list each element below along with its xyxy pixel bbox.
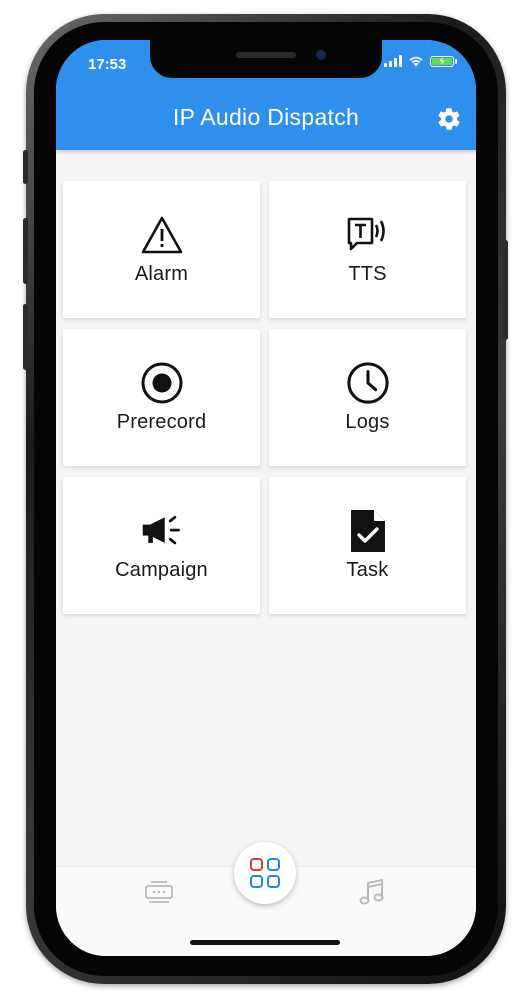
front-camera	[316, 50, 326, 60]
notch	[150, 40, 382, 78]
gear-icon	[438, 108, 460, 130]
phone-screen: 17:53 IP Audio Dispatch Alarm TTS Prerec…	[56, 40, 476, 956]
clock-icon	[346, 361, 390, 405]
logs-tile[interactable]: Logs	[269, 329, 466, 466]
silent-switch	[23, 150, 28, 184]
apps-grid-button[interactable]	[234, 842, 296, 904]
task-tile[interactable]: Task	[269, 477, 466, 614]
volume-down-button	[23, 304, 28, 370]
earpiece-speaker	[236, 52, 296, 58]
dispatch-menu-grid: Alarm TTS Prerecord Logs Campaign Task	[63, 181, 468, 614]
campaign-tile[interactable]: Campaign	[63, 477, 260, 614]
tts-tile[interactable]: TTS	[269, 181, 466, 318]
alarm-tile[interactable]: Alarm	[63, 181, 260, 318]
dispatch-device-icon	[145, 881, 173, 903]
record-icon	[140, 361, 184, 405]
alarm-label: Alarm	[134, 263, 189, 285]
campaign-label: Campaign	[115, 559, 208, 581]
task-label: Task	[346, 559, 389, 581]
app-bar: 17:53 IP Audio Dispatch	[56, 40, 476, 150]
app-title: IP Audio Dispatch	[172, 104, 360, 130]
tts-label: TTS	[348, 263, 387, 285]
power-button	[503, 240, 508, 340]
prerecord-label: Prerecord	[116, 411, 207, 433]
wifi-icon	[409, 56, 423, 67]
warning-triangle-icon	[140, 213, 184, 257]
nav-dispatch-button[interactable]	[142, 878, 176, 906]
home-indicator[interactable]	[190, 940, 340, 945]
status-icons	[384, 55, 457, 67]
grid-apps-icon	[250, 858, 280, 888]
nav-music-button[interactable]	[356, 876, 388, 908]
prerecord-tile[interactable]: Prerecord	[63, 329, 260, 466]
volume-up-button	[23, 218, 28, 284]
battery-icon	[430, 55, 457, 67]
text-to-speech-icon	[346, 213, 390, 257]
megaphone-icon	[140, 509, 184, 553]
settings-button[interactable]	[436, 106, 462, 132]
document-check-icon	[346, 509, 390, 553]
status-time: 17:53	[88, 56, 127, 73]
music-note-icon	[359, 878, 384, 905]
logs-label: Logs	[345, 411, 390, 433]
cellular-signal-icon	[384, 55, 402, 67]
